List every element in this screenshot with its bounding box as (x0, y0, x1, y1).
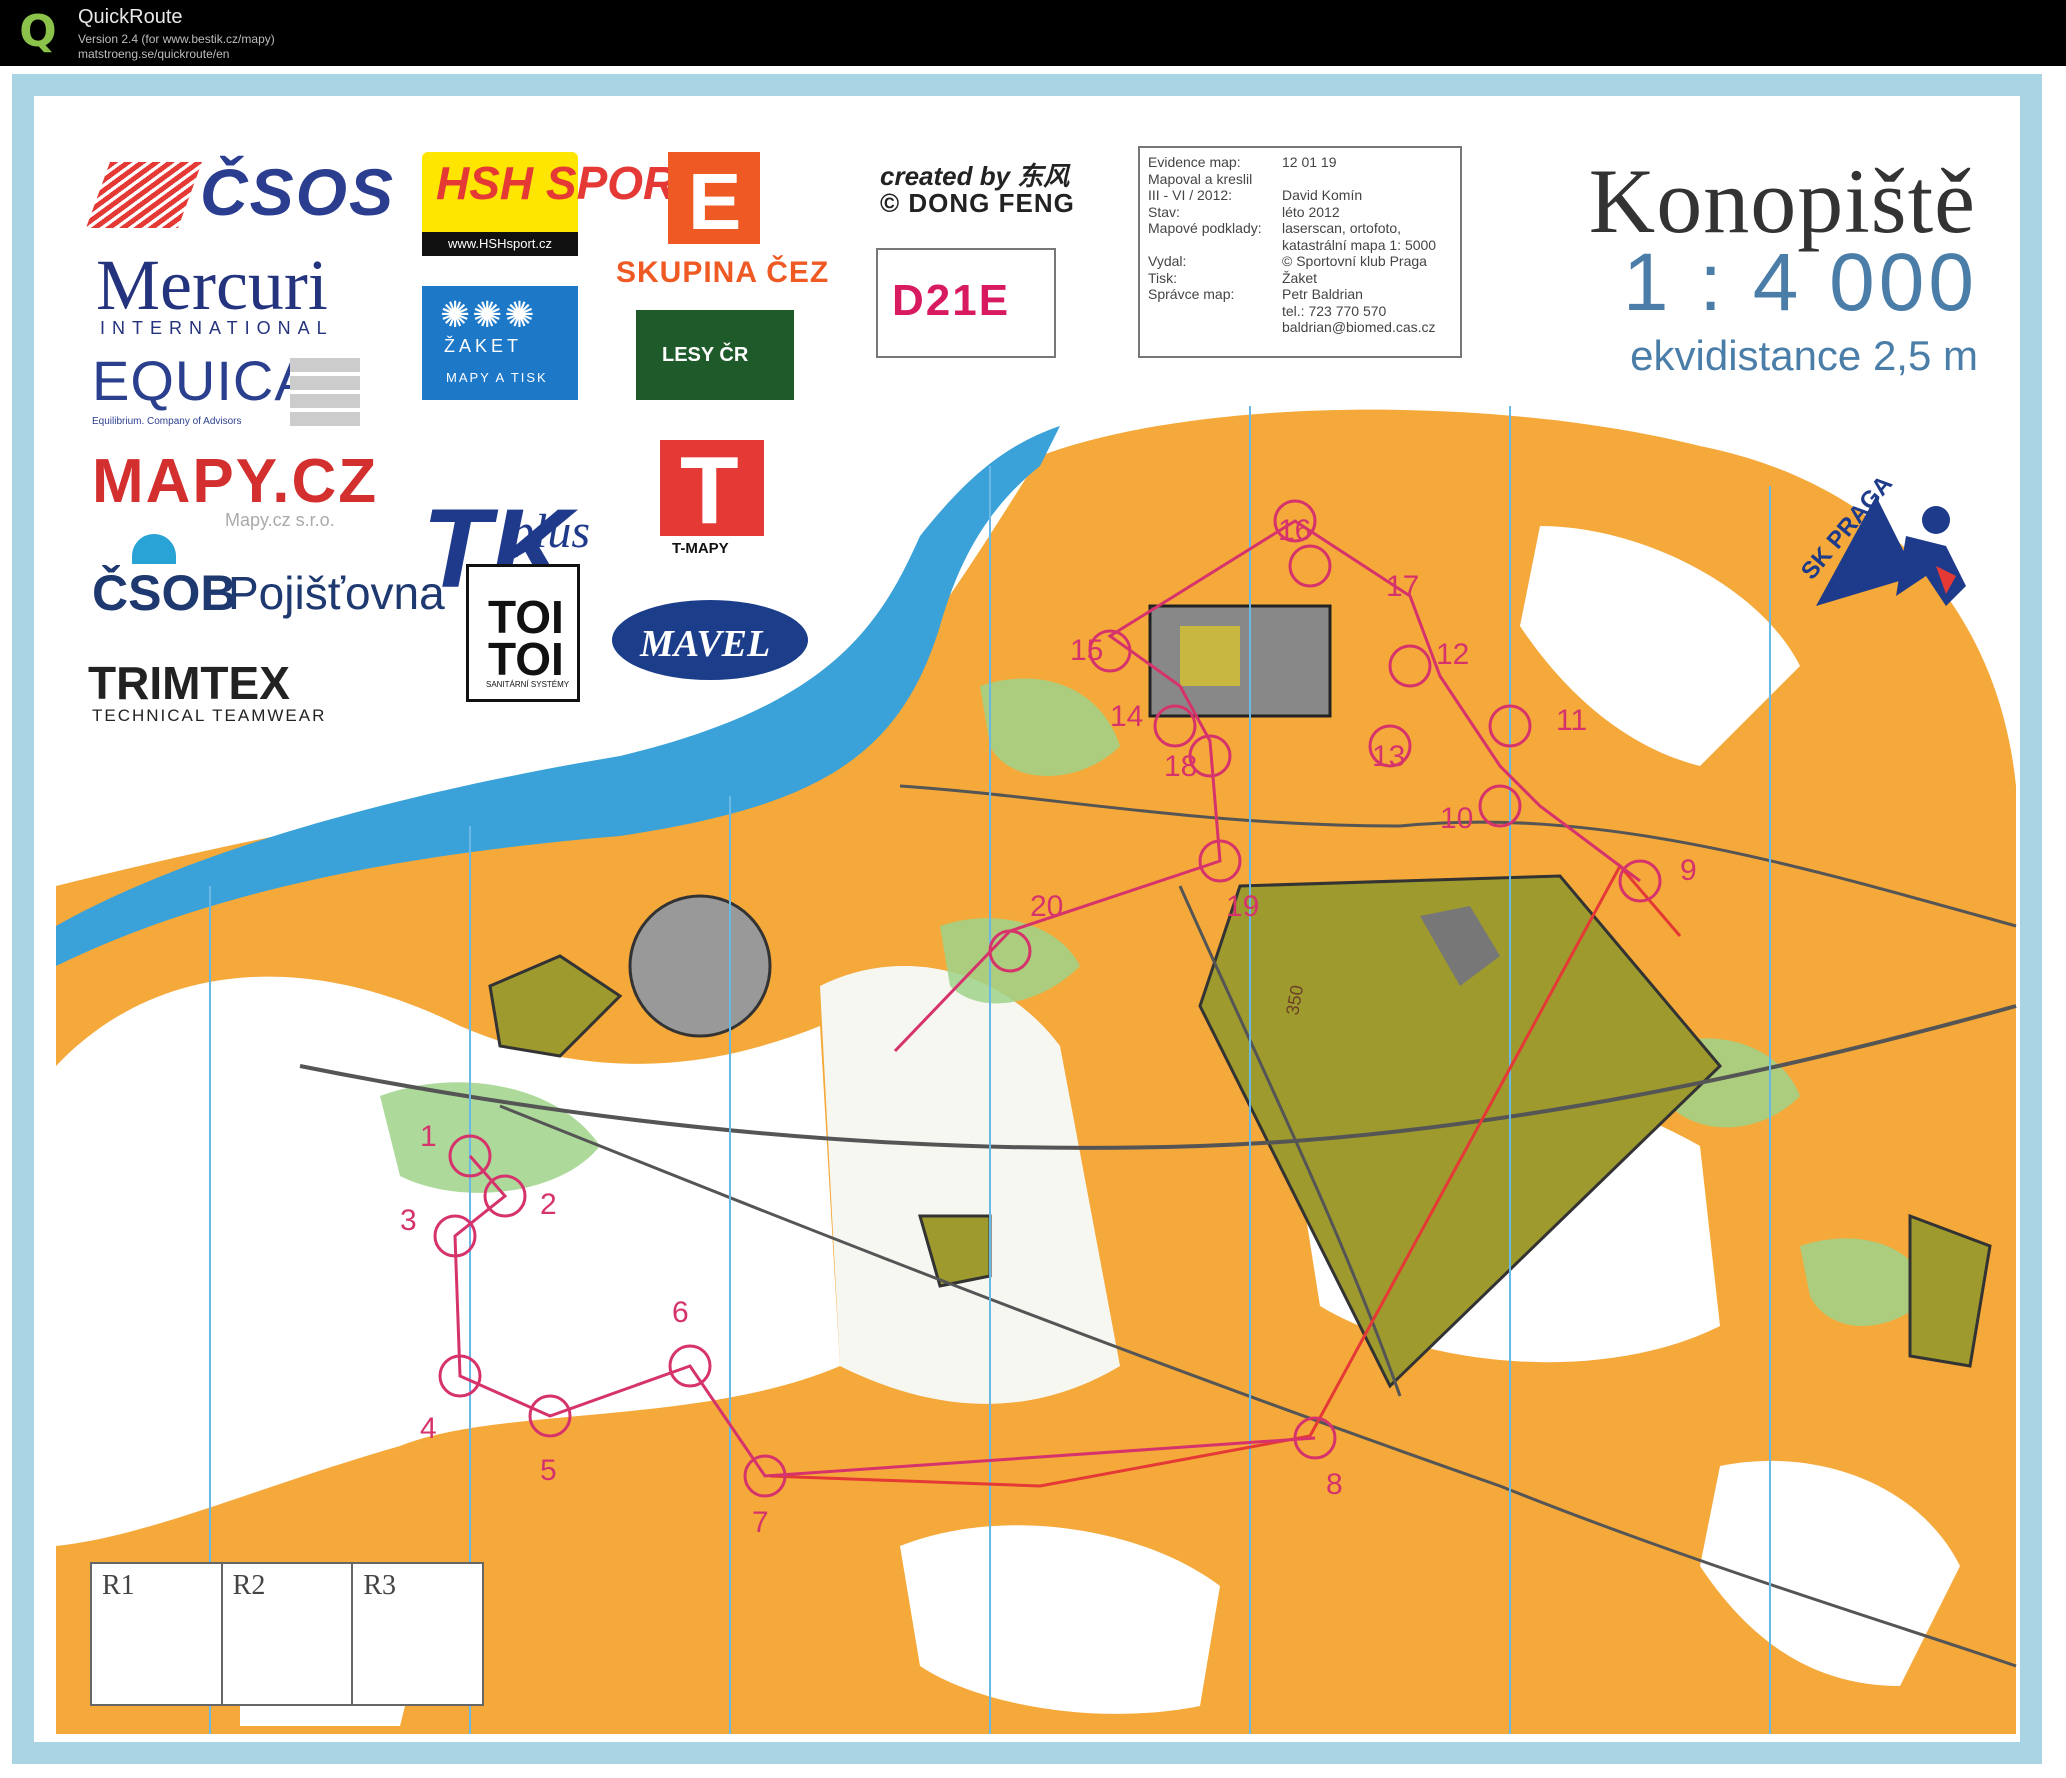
sponsor-zaket: ŽAKET (444, 336, 523, 356)
sponsor-lesy-cr: LESY ČR (662, 344, 749, 366)
info-row-value: laserscan, ortofoto, (1282, 220, 1402, 236)
info-row-value: Petr Baldrian (1282, 286, 1363, 302)
sponsor-hsh: HSH SPORT (436, 157, 704, 209)
sponsor-csob-pojistovna: Pojišťovna (228, 567, 445, 619)
info-row-value: léto 2012 (1282, 203, 1340, 220)
info-row-value: David Komín (1282, 187, 1363, 203)
info-row-label: III - VI / 2012: (1148, 187, 1233, 203)
sponsor-mercuri-sub: INTERNATIONAL (100, 318, 334, 338)
map-scale: 1 : 4 000 (1622, 237, 1978, 328)
info-row-value: 12 01 19 (1282, 154, 1337, 170)
split-result-table: R1 R2 R3 (90, 1562, 484, 1706)
sponsor-csos: ČSOS (200, 155, 396, 229)
info-row-value: katastrální mapa 1: 5000 (1282, 236, 1437, 253)
info-row-label: Evidence map: (1148, 154, 1241, 170)
info-row-label: Stav: (1148, 203, 1180, 220)
sponsor-toi-sub: SANITÁRNÍ SYSTÉMY (486, 680, 570, 689)
sponsor-tk-plus: plus (510, 505, 591, 558)
equica-logo-icon (290, 356, 360, 426)
info-row-value: Žaket (1282, 269, 1318, 286)
sponsor-zaket-sub: MAPY A TISK (446, 370, 548, 385)
sponsor-equica: EQUICA (92, 349, 313, 412)
sponsor-mercuri: Mercuri (96, 245, 328, 325)
sponsor-trimtex-sub: TECHNICAL TEAMWEAR (92, 706, 327, 725)
sponsor-mavel: MAVEL (640, 623, 771, 665)
course-class-code: D21E (892, 276, 1011, 325)
info-row-label: Mapové podklady: (1148, 220, 1262, 236)
sponsor-csob: ČSOB (92, 565, 237, 621)
info-row-label: Mapoval a kreslil (1148, 170, 1253, 187)
result-cell-r1: R1 (92, 1564, 223, 1704)
sponsor-mapy-cz-sub: Mapy.cz s.r.o. (225, 510, 335, 530)
cez-logo-icon: E (688, 157, 742, 246)
app-titlebar: Q QuickRoute Version 2.4 (for www.bestik… (0, 0, 2066, 66)
app-version: Version 2.4 (for www.bestik.cz/mapy) (78, 32, 275, 46)
tmapy-logo-icon: T (680, 437, 739, 544)
result-cell-r3: R3 (363, 1570, 397, 1601)
orienteering-map-sheet: 1 2 3 4 5 6 7 8 9 10 11 12 13 14 15 16 17 18 19 20 350 ČSOS… (0, 66, 2066, 1778)
quickroute-logo-icon: Q (19, 6, 57, 57)
app-name: QuickRoute (78, 6, 183, 28)
credit-dong-feng: © DONG FENG (880, 188, 1075, 218)
sponsor-trimtex: TRIMTEX (88, 657, 290, 709)
sponsor-toi-2: TOI (488, 633, 564, 685)
info-row-label: Tisk: (1148, 269, 1178, 286)
sponsor-equica-sub: Equilibrium. Company of Advisors (92, 416, 242, 427)
info-row-value: tel.: 723 770 570 (1282, 302, 1387, 319)
zaket-sun-icon: ✺✺✺ (440, 294, 537, 335)
info-row-label: Správce map: (1148, 286, 1235, 302)
info-row-value: © Sportovní klub Praga (1282, 253, 1427, 269)
sponsor-hsh-url: www.HSHsport.cz (422, 232, 578, 256)
map-contour-interval: ekvidistance 2,5 m (1630, 332, 1978, 379)
info-row-value: baldrian@biomed.cas.cz (1282, 319, 1436, 335)
sponsor-mapy-cz: MAPY.CZ (92, 447, 379, 516)
result-cell-r2: R2 (223, 1564, 354, 1704)
info-row-label: Vydal: (1148, 253, 1187, 269)
app-url: matstroeng.se/quickroute/en (78, 47, 230, 61)
sponsor-tmapy: T-MAPY (672, 540, 729, 557)
sponsor-cez: SKUPINA ČEZ (616, 256, 830, 289)
